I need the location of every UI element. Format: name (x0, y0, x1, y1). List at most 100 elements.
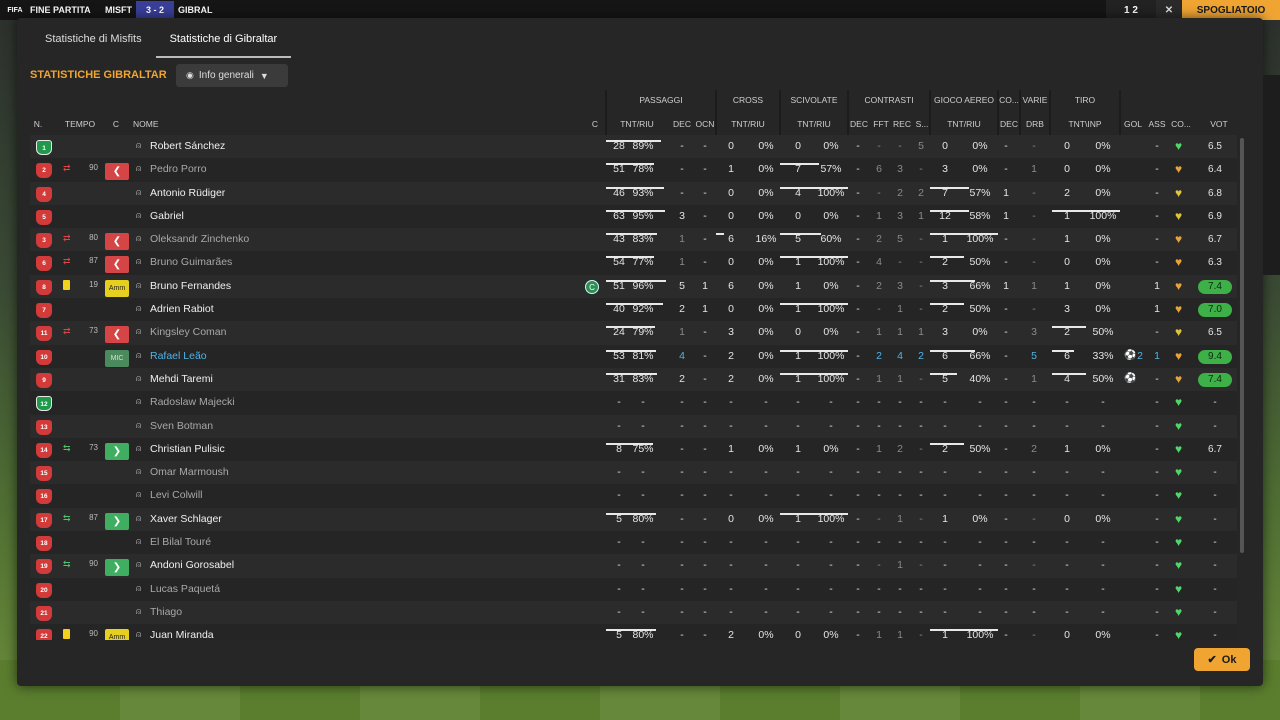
col-tiro-tnt[interactable]: TNT\INP (1050, 119, 1120, 129)
tab-gibraltar-stats[interactable]: Statistiche di Gibraltar (155, 28, 292, 58)
player-name[interactable]: Andoni Gorosabel (150, 559, 234, 571)
stat-value: - (1004, 419, 1008, 432)
table-row[interactable]: 19 ⇆ 90 ❯ ⍝ Andoni Gorosabel - - - - - - - - - - 1 - - - - - -… (30, 554, 1237, 578)
ok-button[interactable]: ✔ Ok (1194, 648, 1250, 671)
stat-value: - (1101, 582, 1105, 595)
cross-accuracy: 0% (758, 349, 774, 362)
table-row[interactable]: 5 ⍝ Gabriel 63 95% 3-0 0% 0 0% -1 3 1 12 58% 1-1 100% - ♥… (30, 204, 1237, 229)
col-gol[interactable]: GOL (1122, 119, 1144, 129)
table-row[interactable]: 14 ⇆ 73 ❯ ⍝ Christian Pulisic 8 75% - -1 0% 1 0% -1 2-… (30, 437, 1237, 462)
table-scrollbar[interactable] (1240, 138, 1244, 553)
table-row[interactable]: 1 ⍝ Robert Sánchez 28 89% - -0 0% 0 0% - - -5 0 0% - -0 0… (30, 135, 1237, 159)
co-dec: 1 (1003, 279, 1009, 292)
table-row[interactable]: 21 ⍝ Thiago - - - - - - - - - - - - - - - - - - - ♥ - (30, 600, 1237, 625)
col-cross-tnt[interactable]: TNT/RIU (716, 119, 780, 129)
col-c[interactable]: C (108, 119, 124, 129)
assists: - (1155, 209, 1159, 222)
close-icon[interactable]: ✕ (1156, 0, 1182, 20)
stat-value: - (641, 605, 645, 618)
player-name[interactable]: Thiago (150, 606, 182, 618)
player-name[interactable]: Robert Sánchez (150, 140, 225, 152)
player-name[interactable]: Sven Botman (150, 420, 213, 432)
stat-value: - (877, 489, 881, 502)
stat-value: - (729, 466, 733, 479)
co-dec: 1 (1003, 209, 1009, 222)
col-varie-drb[interactable]: DRB (1020, 119, 1050, 129)
player-name[interactable]: Radoslaw Majecki (150, 396, 235, 408)
table-row[interactable]: 20 ⍝ Lucas Paquetá - - - - - - - - - - - - - - - - - - - ♥ - (30, 577, 1237, 601)
stat-value: - (703, 466, 707, 479)
col-scivolate-tnt[interactable]: TNT/RIU (780, 119, 848, 129)
ratio-bar (780, 303, 848, 306)
col-aereo-tnt[interactable]: TNT/RIU (930, 119, 998, 129)
tackle-accuracy: 60% (820, 233, 842, 246)
table-row[interactable]: 16 ⍝ Levi Colwill - - - - - - - - - - - - - - - - - - - ♥ - (30, 484, 1237, 508)
col-captain[interactable]: C (588, 119, 602, 129)
player-name[interactable]: Bruno Guimarães (150, 256, 232, 268)
stat-value: - (1155, 419, 1159, 432)
table-row[interactable]: 13 ⍝ Sven Botman - - - - - - - - - - - - - - - - - - - ♥ - (30, 414, 1237, 438)
ratio-bar (606, 326, 655, 329)
player-name[interactable]: Levi Colwill (150, 489, 203, 501)
col-tempo[interactable]: TEMPO (62, 119, 98, 129)
player-name[interactable]: Xaver Schlager (150, 513, 222, 525)
dressing-room-button[interactable]: SPOGLIATOIO (1182, 0, 1280, 20)
col-contr-dec[interactable]: DEC (848, 119, 870, 129)
player-name[interactable]: Lucas Paquetá (150, 583, 220, 595)
player-name[interactable]: Omar Marmoush (150, 466, 229, 478)
player-name[interactable]: Pedro Porro (150, 163, 207, 175)
col-n[interactable]: N. (30, 119, 46, 129)
player-name[interactable]: Bruno Fernandes (150, 280, 231, 292)
stat-value: - (978, 466, 982, 479)
col-nome[interactable]: NOME (133, 119, 159, 129)
table-row[interactable]: 4 ⍝ Antonio Rüdiger 46 93% - -0 0% 4 100% - -2 2 7 57%… (30, 181, 1237, 205)
player-name[interactable]: Juan Miranda (150, 629, 214, 640)
col-pass-tnt[interactable]: TNT/RIU (606, 119, 668, 129)
player-name[interactable]: Gabriel (150, 210, 184, 222)
player-name[interactable]: Christian Pulisic (150, 443, 225, 455)
table-row[interactable]: 17 ⇆ 87 ❯ ⍝ Xaver Schlager 5 80% - -0 0% 1 100% - -1-1… (30, 507, 1237, 532)
view-dropdown[interactable]: ◉ Info generali ▼ (176, 64, 288, 87)
table-row[interactable]: 15 ⍝ Omar Marmoush - - - - - - - - - - - - - - - - - - - ♥ - (30, 461, 1237, 485)
col-condition[interactable]: CO... (1168, 119, 1194, 129)
pass-chances: - (703, 140, 707, 152)
player-name[interactable]: Mehdi Taremi (150, 373, 213, 385)
player-name[interactable]: Adrien Rabiot (150, 303, 214, 315)
table-row[interactable]: 9 ⍝ Mehdi Taremi 31 83% 2-2 0% 1 100% -1 1-5 40% -1 4… (30, 367, 1237, 392)
stat-value: - (856, 466, 860, 479)
table-row[interactable]: 7 ⍝ Adrien Rabiot 40 92% 2 1 0 0% 1 100% - -1-2 50% - -… (30, 298, 1237, 322)
player-name[interactable]: Oleksandr Zinchenko (150, 233, 249, 245)
stat-value: - (829, 489, 833, 502)
col-vot[interactable]: VOT (1202, 119, 1236, 129)
col-contr-fft[interactable]: FFT (870, 119, 892, 129)
player-name[interactable]: Rafael Leão (150, 350, 207, 362)
assists: - (1155, 140, 1159, 152)
dribbles: - (1032, 256, 1036, 269)
table-row[interactable]: 22 90 Amm ⍝ Juan Miranda 5 80% - -2 0% 0 0% -1 1-1 100… (30, 624, 1237, 640)
stat-value: - (1065, 582, 1069, 595)
table-row[interactable]: 6 ⇄ 87 ❮ ⍝ Bruno Guimarães 54 77% 1-0 0% 1 100% -4- -… (30, 251, 1237, 275)
col-pass-ocn[interactable]: OCN (693, 119, 717, 129)
pass-chances: - (703, 209, 707, 222)
player-name[interactable]: Antonio Rüdiger (150, 187, 225, 199)
table-row[interactable]: 8 19 Amm ⍝ Bruno Fernandes C 51 96% 5 1 6 0% 1 0% -2 3-… (30, 274, 1237, 299)
col-co-dec[interactable]: DEC (998, 119, 1020, 129)
ratio-bar (606, 349, 656, 352)
stat-value: - (1004, 489, 1008, 502)
cross-attempts: 1 (728, 442, 734, 455)
table-row[interactable]: 3 ⇄ 80 ❮ ⍝ Oleksandr Zinchenko 43 83% 1-6 16% 5 60%… (30, 228, 1237, 252)
player-name[interactable]: El Bilal Touré (150, 536, 211, 548)
table-row[interactable]: 18 ⍝ El Bilal Touré - - - - - - - - - - - - - - - - - - - ♥ - (30, 531, 1237, 555)
col-ass[interactable]: ASS (1146, 119, 1168, 129)
tab-misfits-stats[interactable]: Statistiche di Misfits (31, 28, 156, 58)
col-contr-rec[interactable]: REC (891, 119, 913, 129)
col-pass-dec[interactable]: DEC (670, 119, 694, 129)
player-name[interactable]: Kingsley Coman (150, 326, 226, 338)
table-row[interactable]: 12 ⍝ Radoslaw Majecki - - - - - - - - - - - - - - - - - - - ♥ - (30, 391, 1237, 415)
table-row[interactable]: 10 MIC ⍝ Rafael Leão 53 81% 4-2 0% 1 100% -2 4 2 6 66%… (30, 344, 1237, 368)
contrasti-s: - (919, 279, 923, 292)
table-row[interactable]: 2 ⇄ 90 ❮ ⍝ Pedro Porro 51 78% - -1 0% 7 57% -6 3-3 0% -1… (30, 158, 1237, 182)
pass-chances: - (703, 326, 707, 339)
stat-value: - (1065, 605, 1069, 618)
table-row[interactable]: 11 ⇄ 73 ❮ ⍝ Kingsley Coman 24 79% 1-3 0% 0 0% -1 1 1 3 0… (30, 321, 1237, 345)
